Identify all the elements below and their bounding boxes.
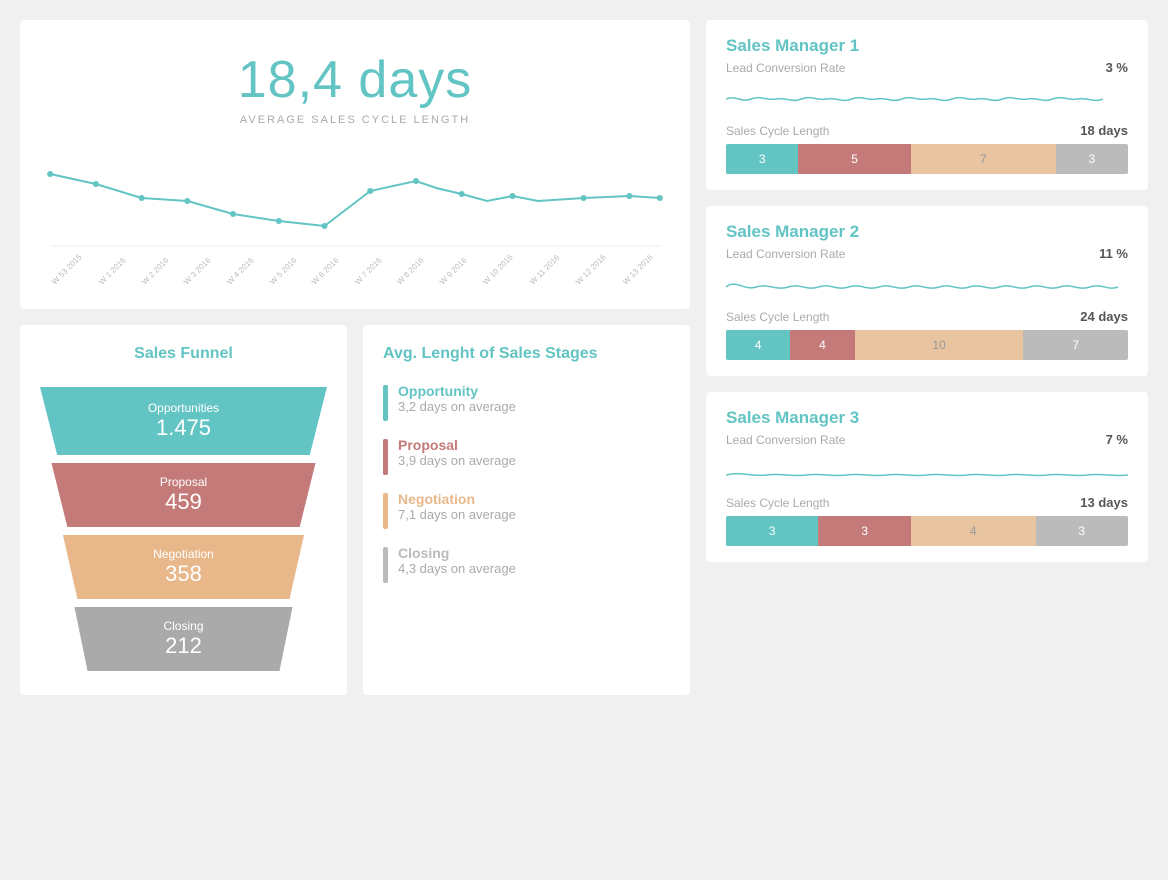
stage-bar-prop [383,439,388,475]
bottom-row: Sales Funnel Opportunities 1.475 Proposa… [20,325,690,695]
stage-days-neg: 7,1 days on average [398,507,516,522]
x-axis-labels: W 53 2015 W 1 2016 W 2 2016 W 3 2016 W 4… [40,280,670,289]
funnel-card: Sales Funnel Opportunities 1.475 Proposa… [20,325,347,695]
conversion-row: Lead Conversion Rate 7 % [726,432,1128,447]
stages-title: Avg. Lenght of Sales Stages [383,345,670,363]
stage-item-neg: Negotiation 7,1 days on average [383,491,670,529]
avg-days-value: 18,4 days [40,50,670,110]
avg-days-subtitle: AVERAGE SALES CYCLE LENGTH [40,114,670,126]
sparkline [726,453,1128,489]
funnel-stage-opp: Opportunities 1.475 [40,387,327,455]
bar-seg: 4 [726,330,790,360]
funnel-stages: Opportunities 1.475 Proposal 459 Negotia… [40,383,327,675]
stage-name-close: Closing [398,545,516,561]
stage-name-opp: Opportunity [398,383,516,399]
funnel-stage-prop: Proposal 459 [51,463,315,527]
avg-sales-chart [40,146,670,276]
funnel-stage-neg: Negotiation 358 [63,535,304,599]
bar-seg: 3 [818,516,910,546]
stage-name-neg: Negotiation [398,491,516,507]
stacked-bar: 3343 [726,516,1128,546]
funnel-title: Sales Funnel [40,345,327,363]
bar-seg: 3 [1056,144,1128,174]
stage-item-opp: Opportunity 3,2 days on average [383,383,670,421]
bar-seg: 7 [1023,330,1128,360]
manager-card-2: Sales Manager 2 Lead Conversion Rate 11 … [706,206,1148,376]
stage-days-opp: 3,2 days on average [398,399,516,414]
bar-seg: 7 [911,144,1056,174]
stage-bar-neg [383,493,388,529]
manager-title: Sales Manager 3 [726,408,1128,428]
stacked-bar: 3573 [726,144,1128,174]
cycle-row: Sales Cycle Length 18 days [726,123,1128,138]
avg-sales-card: 18,4 days AVERAGE SALES CYCLE LENGTH [20,20,690,309]
stages-card: Avg. Lenght of Sales Stages Opportunity … [363,325,690,695]
bar-seg: 3 [726,516,818,546]
stage-days-close: 4,3 days on average [398,561,516,576]
bar-seg: 10 [855,330,1024,360]
stage-bar-close [383,547,388,583]
stage-days-prop: 3,9 days on average [398,453,516,468]
cycle-row: Sales Cycle Length 13 days [726,495,1128,510]
bar-seg: 5 [798,144,911,174]
stage-name-prop: Proposal [398,437,516,453]
conversion-row: Lead Conversion Rate 3 % [726,60,1128,75]
bar-seg: 4 [911,516,1036,546]
stage-item-close: Closing 4,3 days on average [383,545,670,583]
manager-card-1: Sales Manager 1 Lead Conversion Rate 3 %… [706,20,1148,190]
dashboard: 18,4 days AVERAGE SALES CYCLE LENGTH [20,20,1148,695]
manager-card-3: Sales Manager 3 Lead Conversion Rate 7 %… [706,392,1148,562]
cycle-row: Sales Cycle Length 24 days [726,309,1128,324]
manager-title: Sales Manager 1 [726,36,1128,56]
managers-column: Sales Manager 1 Lead Conversion Rate 3 %… [706,20,1148,695]
funnel-stage-close: Closing 212 [74,607,292,671]
bar-seg: 4 [790,330,854,360]
manager-title: Sales Manager 2 [726,222,1128,242]
stage-bar-opp [383,385,388,421]
stage-item-prop: Proposal 3,9 days on average [383,437,670,475]
stacked-bar: 44107 [726,330,1128,360]
sparkline [726,267,1128,303]
sparkline [726,81,1128,117]
conversion-row: Lead Conversion Rate 11 % [726,246,1128,261]
bar-seg: 3 [1036,516,1128,546]
bar-seg: 3 [726,144,798,174]
